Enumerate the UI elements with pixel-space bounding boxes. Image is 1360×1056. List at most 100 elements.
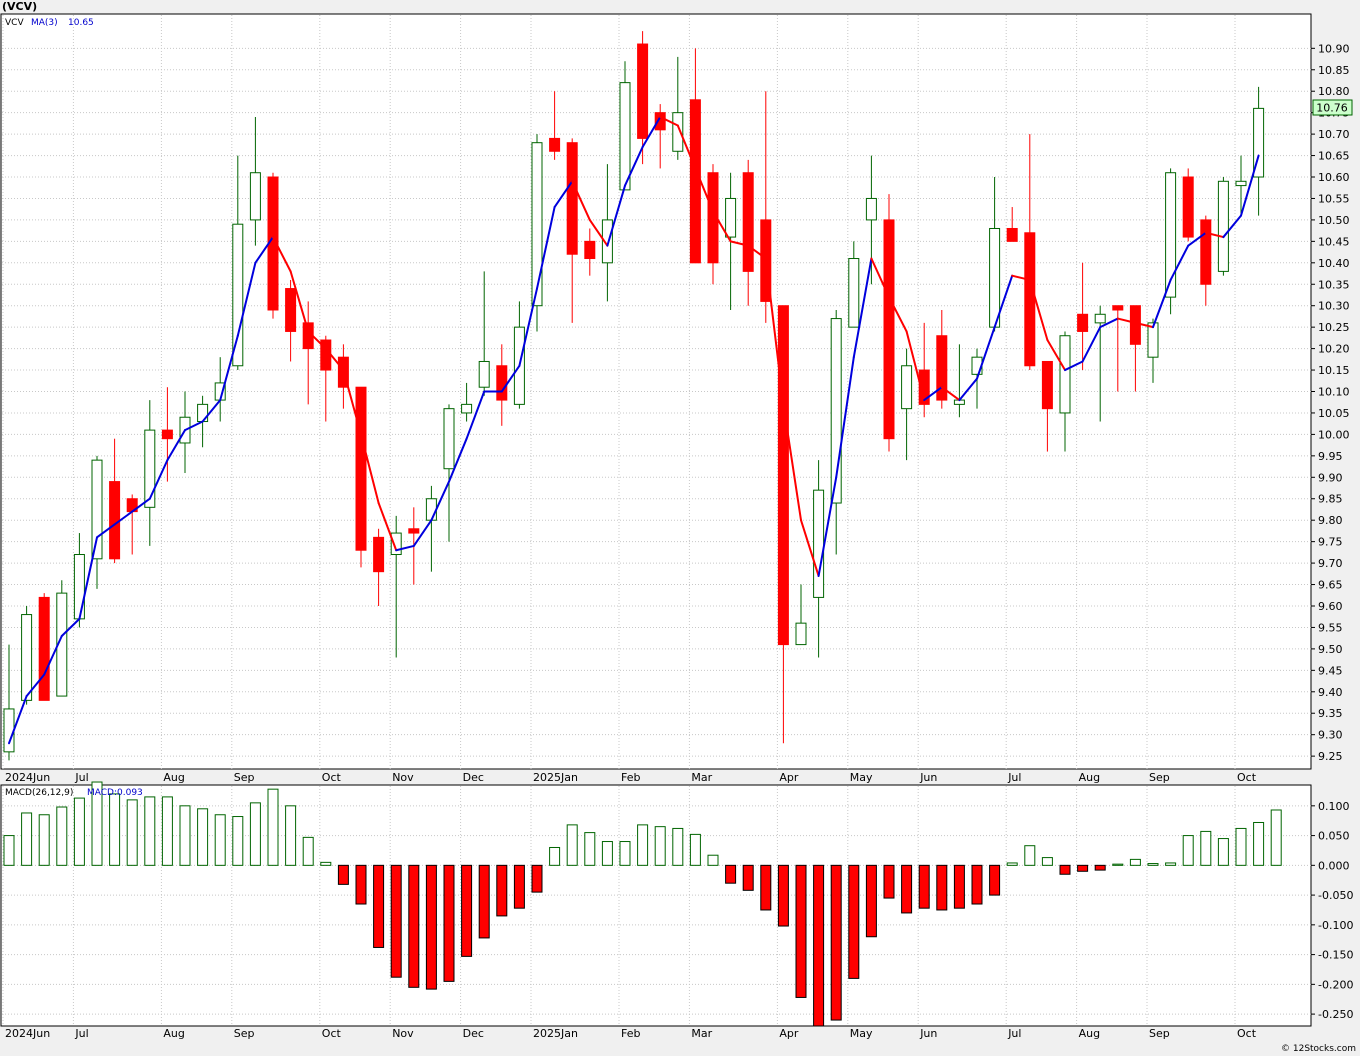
macd-bar <box>1041 857 1053 866</box>
macd-bar <box>760 864 772 911</box>
macd-bar <box>1235 827 1247 866</box>
macd-tick-label: 0.100 <box>1318 800 1350 813</box>
price-tick-label: 9.30 <box>1318 729 1343 742</box>
candle-body <box>390 532 402 556</box>
macd-bar <box>725 864 737 884</box>
macd-bar <box>320 861 332 866</box>
candle-body <box>777 305 789 646</box>
macd-month-label: Jul <box>1007 1027 1021 1040</box>
macd-bar <box>1200 830 1212 866</box>
candle-body <box>144 429 156 508</box>
price-tick-label: 10.35 <box>1318 278 1350 291</box>
macd-bar <box>513 864 525 909</box>
candle-body <box>355 386 367 551</box>
candle-body <box>21 614 33 701</box>
macd-bar <box>672 827 684 866</box>
price-tick-label: 10.45 <box>1318 235 1350 248</box>
candle-body <box>742 172 754 272</box>
macd-month-label: Feb <box>621 1027 640 1040</box>
price-month-label: Jun <box>919 771 937 784</box>
price-month-label: 2025Jan <box>533 771 578 784</box>
macd-bar <box>249 802 261 866</box>
candle-body <box>619 82 631 191</box>
price-month-label: Nov <box>392 771 414 784</box>
candle-body <box>901 365 913 410</box>
candle-body <box>1059 335 1071 414</box>
macd-month-label: Aug <box>163 1027 184 1040</box>
macd-month-label: Sep <box>234 1027 255 1040</box>
price-month-label: Feb <box>621 771 640 784</box>
macd-month-label: Oct <box>322 1027 342 1040</box>
price-tick-label: 10.80 <box>1318 85 1350 98</box>
macd-bar <box>707 854 719 866</box>
macd-month-label: Nov <box>392 1027 414 1040</box>
macd-bar <box>144 796 156 866</box>
chart-title: (VCV) <box>2 0 37 13</box>
candle-body <box>161 429 173 440</box>
price-month-label: Oct <box>322 771 342 784</box>
price-tick-label: 9.45 <box>1318 664 1343 677</box>
macd-tick-label: 0.050 <box>1318 830 1350 843</box>
macd-bar <box>1270 809 1282 866</box>
price-tick-label: 10.10 <box>1318 386 1350 399</box>
price-tick-label: 9.55 <box>1318 621 1343 634</box>
macd-bar <box>971 864 983 905</box>
candle-body <box>549 137 561 152</box>
candle-body <box>461 403 473 414</box>
candle-body <box>1129 305 1141 345</box>
price-tick-label: 9.40 <box>1318 686 1343 699</box>
macd-bar <box>654 826 666 866</box>
candle-body <box>989 227 1001 328</box>
macd-bar <box>1217 838 1229 866</box>
macd-bar <box>637 824 649 866</box>
macd-month-label: Sep <box>1149 1027 1170 1040</box>
candle-body <box>865 197 877 221</box>
macd-bar <box>56 806 68 866</box>
macd-bar <box>689 833 701 866</box>
macd-bar <box>285 805 297 866</box>
macd-month-label: Apr <box>779 1027 799 1040</box>
macd-bar <box>267 788 279 866</box>
candle-body <box>689 99 701 264</box>
price-tick-label: 9.90 <box>1318 471 1343 484</box>
macd-bar <box>496 864 508 917</box>
candle-body <box>1217 180 1229 272</box>
price-tick-label: 9.50 <box>1318 643 1343 656</box>
macd-bar <box>73 797 85 866</box>
macd-bar <box>1165 862 1177 866</box>
macd-bar <box>566 824 578 866</box>
candle-body <box>425 498 437 521</box>
macd-bar <box>1253 821 1265 866</box>
macd-bar <box>1112 863 1124 866</box>
macd-legend-value: MACD:0.093 <box>87 788 143 798</box>
price-tick-label: 10.70 <box>1318 128 1350 141</box>
macd-bar <box>373 864 385 948</box>
macd-bar <box>531 864 543 893</box>
candle-body <box>1200 219 1212 285</box>
macd-bar <box>425 864 437 990</box>
candle-body <box>197 403 209 423</box>
macd-bar <box>777 864 789 927</box>
macd-month-label: Jul <box>74 1027 88 1040</box>
macd-bar <box>161 796 173 866</box>
price-month-label: Jul <box>74 771 88 784</box>
macd-bar <box>848 864 860 979</box>
macd-month-label: Jun <box>919 1027 937 1040</box>
candle-body <box>531 142 543 307</box>
candle-body <box>813 489 825 598</box>
macd-tick-label: -0.200 <box>1318 978 1353 991</box>
macd-bar <box>1094 864 1106 871</box>
macd-bar <box>214 814 226 866</box>
candle-body <box>3 708 15 753</box>
candle-body <box>496 365 508 401</box>
macd-bar <box>337 864 349 885</box>
price-month-label: Jul <box>1007 771 1021 784</box>
macd-bar <box>443 864 455 982</box>
macd-month-label: Dec <box>463 1027 484 1040</box>
macd-month-label: May <box>850 1027 873 1040</box>
candle-body <box>848 258 860 328</box>
macd-bar <box>936 864 948 911</box>
candle-body <box>883 219 895 440</box>
macd-bar <box>3 835 15 866</box>
price-month-label: Dec <box>463 771 484 784</box>
